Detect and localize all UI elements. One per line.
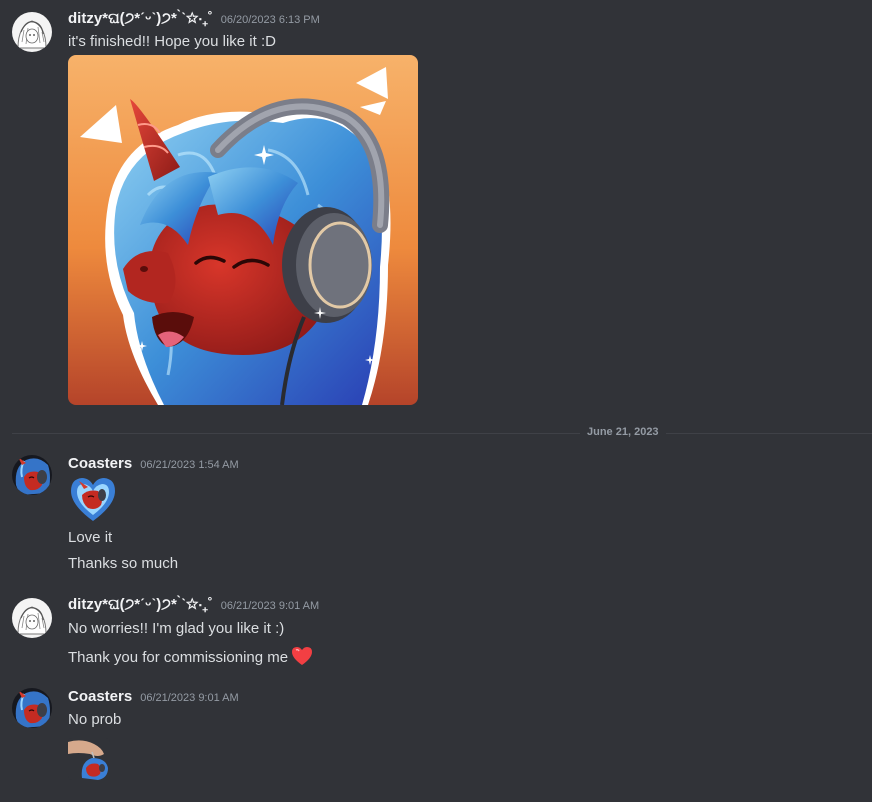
avatar-coasters[interactable]	[12, 455, 52, 495]
message-text: Love it	[68, 529, 113, 546]
timestamp[interactable]: 06/21/2023 9:01 AM	[140, 692, 238, 704]
message-text: No prob	[68, 711, 122, 728]
pony-keychain-sticker[interactable]	[68, 738, 110, 780]
message-text-with-emoji: Thank you for commissioning me	[68, 646, 313, 670]
heart-pony-emoji[interactable]	[68, 475, 118, 523]
message-text: Thank you for commissioning me	[68, 649, 289, 666]
username[interactable]: Coasters	[68, 455, 132, 472]
username[interactable]: ditzy*ଘ(੭*ˊᵕˋ)੭* ̀ˋ✩‧₊˚	[68, 10, 213, 27]
avatar-coasters[interactable]	[12, 688, 52, 728]
username[interactable]: Coasters	[68, 688, 132, 705]
timestamp[interactable]: 06/21/2023 1:54 AM	[140, 459, 238, 471]
username[interactable]: ditzy*ଘ(੭*ˊᵕˋ)੭* ̀ˋ✩‧₊˚	[68, 596, 213, 613]
timestamp[interactable]: 06/20/2023 6:13 PM	[221, 14, 320, 26]
avatar-ditzy[interactable]	[12, 598, 52, 638]
chat-log: ditzy*ଘ(੭*ˊᵕˋ)੭* ̀ˋ✩‧₊˚ 06/20/2023 6:13 …	[0, 0, 872, 802]
message-text: it's finished!! Hope you like it :D	[68, 33, 276, 50]
message-text: No worries!! I'm glad you like it :)	[68, 620, 285, 637]
date-divider-line	[12, 433, 872, 434]
timestamp[interactable]: 06/21/2023 9:01 AM	[221, 600, 319, 612]
message-text: Thanks so much	[68, 555, 179, 572]
date-divider: June 21, 2023	[580, 426, 666, 438]
avatar-ditzy[interactable]	[12, 12, 52, 52]
commission-artwork-image[interactable]	[68, 55, 418, 405]
heart-emoji-icon[interactable]	[291, 646, 313, 670]
